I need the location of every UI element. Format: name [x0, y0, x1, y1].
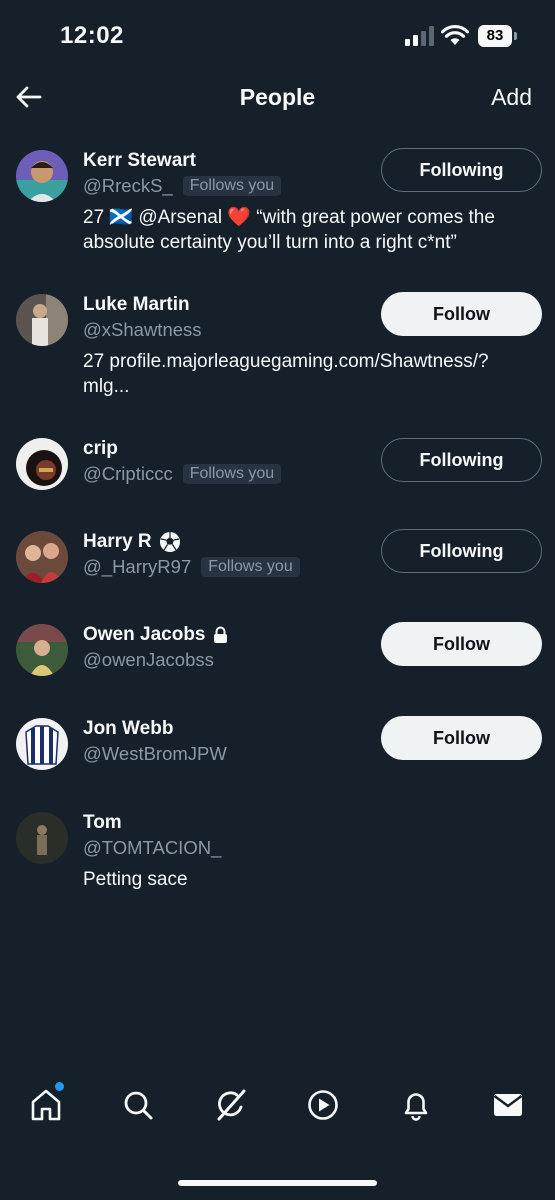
- person-handle-line: @xShawtness: [83, 319, 202, 341]
- page-title: People: [239, 84, 316, 110]
- person-handle: @TOMTACION_: [83, 837, 222, 858]
- person-bio: Petting sace: [83, 869, 188, 890]
- soccer-ball-icon: [159, 532, 180, 552]
- notification-dot: [55, 1082, 64, 1091]
- messages-icon[interactable]: [488, 1085, 528, 1125]
- person-name: Jon Webb: [83, 718, 174, 739]
- nav-home[interactable]: [26, 1082, 66, 1125]
- home-indicator[interactable]: [178, 1180, 377, 1186]
- person-handle-line: @owenJacobss: [83, 649, 214, 671]
- person-handle-line: @TOMTACION_: [83, 837, 221, 859]
- person-name: crip: [83, 438, 118, 459]
- person-row[interactable]: crip @Cripticcc Follows you Following: [0, 438, 555, 498]
- person-bio: 27 profile.majorleaguegaming.com/Shawtne…: [83, 351, 489, 397]
- person-name: Tom: [83, 812, 122, 833]
- follow-button[interactable]: Follow: [381, 622, 542, 666]
- page-header: People Add: [0, 70, 555, 128]
- person-name: Kerr Stewart: [83, 150, 196, 171]
- person-row[interactable]: Harry R @_HarryR97 Follows you Following: [0, 529, 555, 591]
- avatar[interactable]: [16, 718, 68, 770]
- person-row[interactable]: Tom @TOMTACION_ Petting sace: [0, 812, 555, 892]
- nav-messages[interactable]: [488, 1085, 528, 1125]
- battery-indicator: 83: [478, 25, 518, 47]
- nav-search[interactable]: [118, 1085, 158, 1125]
- follows-you-badge: Follows you: [182, 464, 282, 484]
- follow-button[interactable]: Follow: [381, 292, 542, 336]
- notifications-icon[interactable]: [396, 1085, 436, 1125]
- avatar[interactable]: [16, 438, 68, 490]
- following-button[interactable]: Following: [381, 529, 542, 573]
- person-handle-line: @Cripticcc Follows you: [83, 463, 282, 485]
- avatar[interactable]: [16, 531, 68, 583]
- person-handle-line: @WestBromJPW: [83, 743, 227, 765]
- battery-cap: [514, 32, 517, 40]
- person-row[interactable]: Luke Martin @xShawtness 27 profile.major…: [0, 292, 555, 404]
- bottom-nav: [0, 1082, 555, 1145]
- avatar[interactable]: [16, 624, 68, 676]
- lock-icon: [213, 626, 227, 643]
- person-name: Luke Martin: [83, 294, 190, 315]
- person-handle: @WestBromJPW: [83, 743, 227, 764]
- person-handle: @_HarryR97: [83, 556, 192, 577]
- following-button[interactable]: Following: [381, 148, 542, 192]
- person-handle: @xShawtness: [83, 319, 202, 340]
- person-row[interactable]: Owen Jacobs @owenJacobss Follow: [0, 622, 555, 684]
- nav-grok[interactable]: [211, 1085, 251, 1125]
- nav-video[interactable]: [303, 1085, 343, 1125]
- person-row[interactable]: Kerr Stewart @RreckS_ Follows you 27 🏴󠁧󠁢…: [0, 148, 555, 260]
- search-icon[interactable]: [118, 1085, 158, 1125]
- status-bar: 12:02 83: [0, 0, 555, 70]
- person-handle: @owenJacobss: [83, 649, 214, 670]
- battery-level: 83: [478, 25, 512, 47]
- avatar[interactable]: [16, 812, 68, 864]
- follows-you-badge: Follows you: [182, 176, 282, 196]
- avatar[interactable]: [16, 294, 68, 346]
- person-row[interactable]: Jon Webb @WestBromJPW Follow: [0, 716, 555, 778]
- avatar[interactable]: [16, 150, 68, 202]
- nav-notifications[interactable]: [396, 1085, 436, 1125]
- grok-icon[interactable]: [211, 1085, 251, 1125]
- add-button[interactable]: Add: [491, 84, 532, 111]
- person-handle: @Cripticcc: [83, 463, 173, 484]
- wifi-icon: [441, 24, 469, 45]
- person-handle: @RreckS_: [83, 175, 173, 196]
- follow-button[interactable]: Follow: [381, 716, 542, 760]
- person-handle-line: @RreckS_ Follows you: [83, 175, 282, 197]
- person-handle-line: @_HarryR97 Follows you: [83, 556, 300, 578]
- following-button[interactable]: Following: [381, 438, 542, 482]
- status-time: 12:02: [60, 22, 124, 49]
- person-bio: 27 🏴󠁧󠁢󠁳󠁣󠁴󠁿 @Arsenal ❤️ “with great power…: [83, 207, 495, 253]
- person-name: Owen Jacobs: [83, 624, 228, 646]
- cellular-signal-icon: [405, 26, 434, 46]
- home-icon[interactable]: [26, 1085, 66, 1125]
- person-name: Harry R: [83, 531, 181, 553]
- video-icon[interactable]: [303, 1085, 343, 1125]
- follows-you-badge: Follows you: [201, 557, 300, 577]
